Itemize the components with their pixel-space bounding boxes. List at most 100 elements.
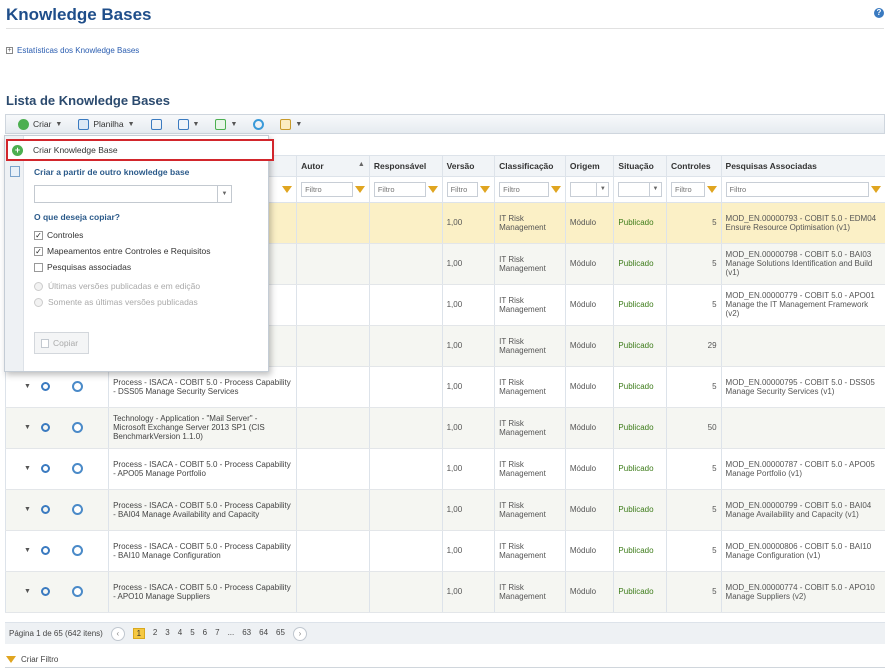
create-button[interactable]: Criar ▼ [12,115,68,133]
filter-origin-select[interactable]: ▼ [569,181,610,197]
filter-controls-input[interactable] [670,181,705,197]
column-header-responsible[interactable]: Responsável [368,155,443,177]
table-row[interactable]: ▼ Technology - Application - "Mail Server… [4,407,885,449]
chevron-down-icon: ▼ [596,182,608,196]
refresh-icon [253,118,265,130]
filter-icon[interactable] [706,185,717,193]
page-number-button[interactable]: 2 [153,628,157,639]
refresh-button[interactable] [247,115,270,133]
table-row[interactable]: ▼ Process - ISACA - COBIT 5.0 - Process C… [4,530,885,572]
author-cell [296,284,370,326]
column-header-version[interactable]: Versão [441,155,495,177]
classification-cell: IT Risk Management [494,530,566,572]
view-details-icon[interactable] [40,464,50,473]
page-number-button[interactable]: 1 [132,628,145,639]
page-number-button[interactable]: 3 [165,628,169,639]
filter-responsible-input[interactable] [373,181,426,197]
filter-version-cell [441,176,495,203]
status-cell: Publicado [613,325,667,367]
column-header-status[interactable]: Situação [613,155,667,177]
source-knowledge-base-select[interactable]: ▼ [34,185,232,203]
filter-classification-input[interactable] [499,181,549,197]
row-actions-cell: ▼ [4,571,109,613]
filter-status-select[interactable]: ▼ [618,181,662,197]
help-icon[interactable]: ? [874,8,884,18]
previous-page-button[interactable]: ‹ [110,626,125,641]
spreadsheet-icon [78,118,90,130]
page-number-button[interactable]: 64 [259,628,268,639]
status-cell: Publicado [613,366,667,408]
filter-icon[interactable] [480,185,491,193]
version-cell: 1,00 [441,325,495,367]
filter-icon[interactable] [427,185,438,193]
next-page-button[interactable]: › [292,626,307,641]
associated-research-cell: MOD_EN.00000806 - COBIT 5.0 - BAI10 Mana… [720,530,885,572]
filter-icon [6,656,16,663]
column-header-controls[interactable]: Controles [665,155,722,177]
copy-mappings-checkbox[interactable]: ✓ Mapeamentos entre Controles e Requisito… [34,246,210,256]
table-row[interactable]: ▼ Process - ISACA - COBIT 5.0 - Process C… [4,448,885,490]
edit-button[interactable]: ▼ [274,115,308,133]
row-menu-chevron-icon[interactable]: ▼ [24,546,31,555]
column-header-classification[interactable]: Classificação [494,155,566,177]
chevron-down-icon: ▼ [648,182,661,196]
view-details-icon[interactable] [40,546,50,555]
status-clock-icon [71,504,83,515]
row-menu-chevron-icon[interactable]: ▼ [24,587,31,596]
copy-controls-checkbox[interactable]: ✓ Controles [34,230,83,240]
column-header-author[interactable]: Autor ▲ [296,155,370,177]
filter-icon[interactable] [871,185,881,193]
responsible-cell [368,407,443,449]
page-number-button[interactable]: 63 [242,628,251,639]
create-knowledge-base-label: Criar Knowledge Base [33,145,118,155]
view-details-icon[interactable] [40,382,50,391]
version-cell: 1,00 [441,202,495,244]
row-menu-chevron-icon[interactable]: ▼ [24,382,31,391]
row-menu-chevron-icon[interactable]: ▼ [24,505,31,514]
version-cell: 1,00 [441,530,495,572]
column-header-research[interactable]: Pesquisas Associadas [720,155,885,177]
page-number-button[interactable]: 65 [276,628,285,639]
create-knowledge-base-item[interactable]: + Criar Knowledge Base [6,139,274,161]
edit-icon [280,118,292,130]
column-header-origin[interactable]: Origem [564,155,614,177]
page-number-button[interactable]: 7 [215,628,219,639]
filter-version-input[interactable] [446,181,479,197]
hierarchy-button[interactable] [145,115,168,133]
author-cell [296,448,370,490]
filter-icon[interactable] [550,185,561,193]
status-clock-icon [71,463,83,474]
page-title: Knowledge Bases [6,5,152,24]
grid-view-button[interactable]: ▼ [172,115,206,133]
filter-author-input[interactable] [301,181,353,197]
row-menu-chevron-icon[interactable]: ▼ [24,423,31,432]
copy-research-checkbox[interactable]: Pesquisas associadas [34,262,131,272]
statistics-link[interactable]: + Estatísticas dos Knowledge Bases [6,46,139,55]
spreadsheet-button[interactable]: Planilha ▼ [72,115,140,133]
export-button[interactable]: ▼ [209,115,243,133]
row-menu-chevron-icon[interactable]: ▼ [24,464,31,473]
version-cell: 1,00 [441,366,495,408]
radio-icon [34,281,43,291]
filter-icon[interactable] [282,185,293,193]
author-cell [296,243,370,285]
page-number-button[interactable]: 6 [203,628,207,639]
radio-last-published-and-editing[interactable]: Últimas versões publicadas e em edição [34,281,200,291]
table-row[interactable]: ▼ Process - ISACA - COBIT 5.0 - Process C… [4,489,885,531]
filter-icon[interactable] [354,185,365,193]
version-cell: 1,00 [441,571,495,613]
view-details-icon[interactable] [40,587,50,596]
page-number-button[interactable]: 5 [190,628,194,639]
filter-research-input[interactable] [725,181,869,197]
view-details-icon[interactable] [40,505,50,514]
view-details-icon[interactable] [40,423,50,432]
responsible-cell [368,243,443,285]
table-row[interactable]: ▼ Process - ISACA - COBIT 5.0 - Process C… [4,366,885,408]
table-row[interactable]: ▼ Process - ISACA - COBIT 5.0 - Process C… [4,571,885,613]
copy-button[interactable]: Copiar [34,332,89,354]
create-filter-link[interactable]: Criar Filtro [6,655,58,664]
row-actions-cell: ▼ [4,530,109,572]
page-number-button[interactable]: 4 [178,628,182,639]
origin-cell: Módulo [564,325,614,367]
radio-last-published-only[interactable]: Somente as últimas versões publicadas [34,297,198,307]
